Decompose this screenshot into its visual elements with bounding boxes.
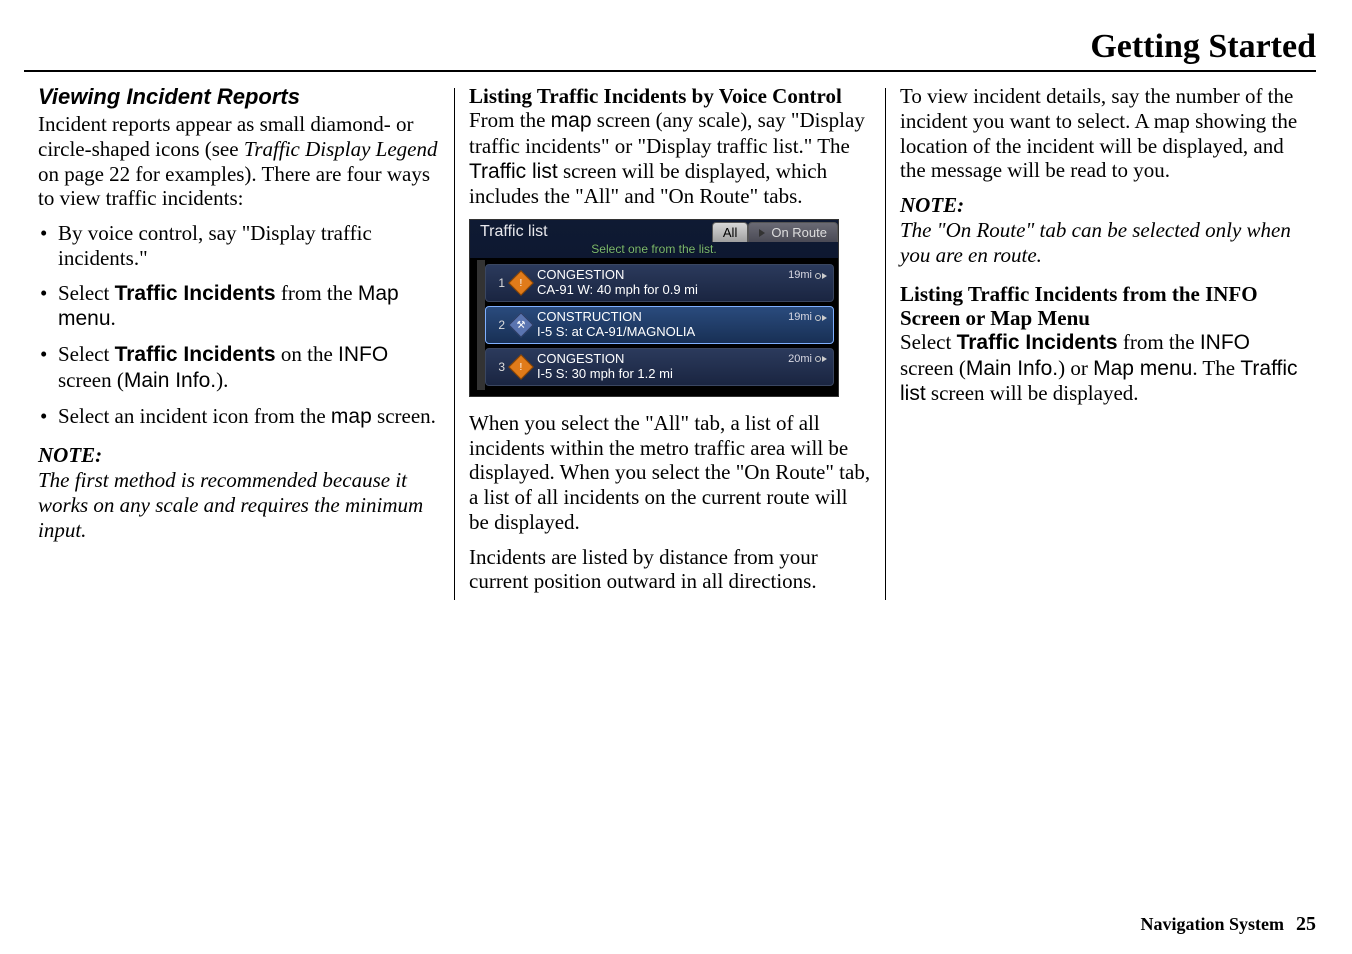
- text: from the: [1118, 330, 1200, 354]
- note-body: The first method is recommended because …: [38, 468, 440, 542]
- ui-term: INFO: [338, 343, 388, 366]
- ui-term: map: [331, 405, 372, 428]
- distance: 19mi: [788, 310, 827, 325]
- text: screen will be displayed.: [926, 381, 1139, 405]
- page-header: Getting Started: [24, 28, 1316, 72]
- section-heading: Viewing Incident Reports: [38, 84, 440, 110]
- cross-reference: Traffic Display Legend: [244, 137, 438, 161]
- ui-term: Traffic Incidents: [957, 331, 1118, 354]
- bullet-list: By voice control, say "Display traffic i…: [38, 221, 440, 429]
- congestion-icon: !: [511, 357, 531, 377]
- text: Select: [900, 330, 957, 354]
- incident-row[interactable]: 2 ⚒ CONSTRUCTION 19mi I-5 S: at CA-91/MAG…: [485, 306, 834, 344]
- note-label: NOTE:: [900, 193, 1302, 218]
- page-footer: Navigation System 25: [1141, 913, 1317, 936]
- page: Getting Started Viewing Incident Reports…: [0, 0, 1352, 954]
- ui-term: map: [551, 109, 592, 132]
- note-label: NOTE:: [38, 443, 440, 468]
- ui-term: Traffic Incidents: [115, 343, 276, 366]
- screenshot-tabs: All On Route: [712, 220, 838, 242]
- congestion-icon: !: [511, 273, 531, 293]
- paragraph: Incidents are listed by distance from yo…: [469, 545, 871, 595]
- list-item: Select Traffic Incidents on the INFO scr…: [38, 342, 440, 394]
- text: Select an incident icon from the: [58, 404, 331, 428]
- text: Select: [58, 281, 115, 305]
- text: From the: [469, 108, 551, 132]
- intro-paragraph: Incident reports appear as small diamond…: [38, 112, 440, 211]
- list-item: By voice control, say "Display traffic i…: [38, 221, 440, 271]
- screenshot-title: Traffic list: [470, 220, 712, 242]
- row-number: 3: [489, 360, 505, 374]
- incident-detail: I-5 S: at CA-91/MAGNOLIA: [537, 325, 827, 340]
- footer-label: Navigation System: [1141, 914, 1285, 934]
- tab-all[interactable]: All: [712, 222, 748, 242]
- incident-type: CONGESTION: [537, 352, 624, 367]
- note-body: The "On Route" tab can be selected only …: [900, 218, 1302, 268]
- screenshot-subtitle: Select one from the list.: [470, 242, 838, 258]
- tab-on-route[interactable]: On Route: [748, 222, 838, 242]
- ui-term: Main Info.: [966, 357, 1058, 380]
- incident-row[interactable]: 3 ! CONGESTION 20mi I-5 S: 30 mph for 1.2…: [485, 348, 834, 386]
- spacer: [900, 268, 1302, 282]
- text: screen (: [58, 368, 124, 392]
- scrollbar[interactable]: [477, 260, 485, 390]
- incident-type: CONSTRUCTION: [537, 310, 642, 325]
- text: screen.: [372, 404, 436, 428]
- text: By voice control, say "Display traffic i…: [58, 221, 372, 270]
- list-item: Select an incident icon from the map scr…: [38, 404, 440, 430]
- incident-type: CONGESTION: [537, 268, 624, 283]
- subsection-heading: Listing Traffic Incidents by Voice Contr…: [469, 84, 871, 108]
- row-number: 1: [489, 276, 505, 290]
- tab-label: All: [723, 225, 737, 240]
- paragraph: Select Traffic Incidents from the INFO s…: [900, 330, 1302, 407]
- text: .: [111, 306, 116, 330]
- column-right: To view incident details, say the number…: [886, 84, 1316, 604]
- text: ).: [216, 368, 228, 392]
- incident-detail: I-5 S: 30 mph for 1.2 mi: [537, 367, 827, 382]
- text: Select: [58, 342, 115, 366]
- text: on the: [276, 342, 338, 366]
- ui-term: Main Info.: [124, 369, 216, 392]
- tab-label: On Route: [771, 225, 827, 240]
- ui-term: Map menu: [1093, 357, 1192, 380]
- paragraph: When you select the "All" tab, a list of…: [469, 411, 871, 535]
- text: from the: [276, 281, 358, 305]
- incident-detail: CA-91 W: 40 mph for 0.9 mi: [537, 283, 827, 298]
- construction-icon: ⚒: [511, 315, 531, 335]
- incident-list: 1 ! CONGESTION 19mi CA-91 W: 40 mph for 0…: [485, 260, 834, 390]
- ui-term: INFO: [1200, 331, 1250, 354]
- incident-row[interactable]: 1 ! CONGESTION 19mi CA-91 W: 40 mph for 0…: [485, 264, 834, 302]
- text: on page 22 for examples). There are four…: [38, 162, 430, 211]
- distance: 20mi: [788, 352, 827, 367]
- distance: 19mi: [788, 268, 827, 283]
- row-number: 2: [489, 318, 505, 332]
- subsection-heading: Listing Traffic Incidents from the INFO …: [900, 282, 1302, 330]
- paragraph: From the map screen (any scale), say "Di…: [469, 108, 871, 209]
- page-number: 25: [1296, 913, 1316, 935]
- list-item: Select Traffic Incidents from the Map me…: [38, 281, 440, 333]
- paragraph: To view incident details, say the number…: [900, 84, 1302, 183]
- screenshot-titlebar: Traffic list All On Route: [470, 220, 838, 242]
- text: screen (: [900, 356, 966, 380]
- traffic-list-screenshot: Traffic list All On Route Select one fro…: [469, 219, 839, 397]
- screenshot-body: 1 ! CONGESTION 19mi CA-91 W: 40 mph for 0…: [470, 258, 838, 396]
- columns: Viewing Incident Reports Incident report…: [24, 84, 1316, 604]
- play-icon: [759, 229, 765, 237]
- column-middle: Listing Traffic Incidents by Voice Contr…: [455, 84, 885, 604]
- row-text: CONGESTION 20mi I-5 S: 30 mph for 1.2 mi: [537, 352, 827, 382]
- ui-term: Traffic Incidents: [115, 282, 276, 305]
- ui-term: Traffic list: [469, 160, 558, 183]
- text: . The: [1192, 356, 1240, 380]
- row-text: CONSTRUCTION 19mi I-5 S: at CA-91/MAGNOLI…: [537, 310, 827, 340]
- row-text: CONGESTION 19mi CA-91 W: 40 mph for 0.9 m…: [537, 268, 827, 298]
- column-left: Viewing Incident Reports Incident report…: [24, 84, 454, 604]
- text: ) or: [1058, 356, 1093, 380]
